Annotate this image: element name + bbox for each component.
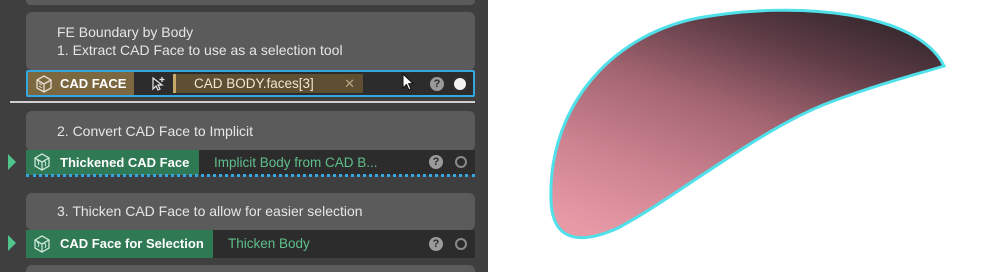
- step2-dashed-underline: [26, 174, 475, 177]
- node-panel: FE Boundary by Body 1. Extract CAD Face …: [0, 0, 488, 272]
- step2-status-dot[interactable]: [455, 156, 467, 168]
- cad-face-for-selection-label: CAD Face for Selection: [60, 236, 204, 251]
- step2-help-icon[interactable]: ?: [429, 155, 443, 169]
- separator-line: [10, 101, 475, 103]
- cad-face-for-selection-node[interactable]: CAD Face for Selection: [26, 230, 213, 258]
- cad-face-surface[interactable]: [488, 0, 992, 272]
- mouse-cursor-icon: [402, 73, 415, 91]
- step1-subtitle: 1. Extract CAD Face to use as a selectio…: [57, 42, 343, 58]
- implicit-body-icon: [34, 153, 50, 171]
- next-card-stub: [26, 265, 475, 272]
- pick-selection-icon[interactable]: [149, 75, 167, 93]
- step3-title: 3. Thicken CAD Face to allow for easier …: [57, 203, 363, 219]
- step3-output-name[interactable]: Thicken Body: [228, 230, 310, 256]
- clear-field-icon[interactable]: ✕: [344, 74, 355, 93]
- step1-title: FE Boundary by Body: [57, 24, 194, 40]
- step1-node-row[interactable]: CAD FACE CAD BODY.faces[3] ✕ ?: [26, 70, 475, 97]
- step3-node-row[interactable]: CAD Face for Selection Thicken Body ?: [26, 230, 475, 258]
- step3-expand-arrow[interactable]: [8, 235, 16, 251]
- step1-help-icon[interactable]: ?: [430, 77, 444, 91]
- previous-card-stub: [26, 0, 475, 5]
- step1-status-dot[interactable]: [454, 78, 466, 90]
- face-selection-field[interactable]: CAD BODY.faces[3] ✕: [173, 74, 363, 93]
- thickened-cad-face-node[interactable]: Thickened CAD Face: [26, 150, 199, 175]
- step2-node-row[interactable]: Thickened CAD Face Implicit Body from CA…: [26, 150, 475, 175]
- cad-face-node[interactable]: CAD FACE: [28, 72, 134, 95]
- step3-help-icon[interactable]: ?: [429, 237, 443, 251]
- step3-status-dot[interactable]: [455, 238, 467, 250]
- step2-expand-arrow[interactable]: [8, 154, 16, 170]
- cad-face-node-label: CAD FACE: [60, 76, 127, 91]
- thickened-cad-face-label: Thickened CAD Face: [60, 155, 190, 170]
- step2-title: 2. Convert CAD Face to Implicit: [57, 123, 254, 139]
- viewport-3d[interactable]: [488, 0, 992, 272]
- step2-output-name[interactable]: Implicit Body from CAD B...: [214, 150, 378, 176]
- cad-face-box-icon: [36, 75, 52, 93]
- implicit-body-icon: [34, 235, 50, 253]
- face-selection-value: CAD BODY.faces[3]: [194, 76, 314, 91]
